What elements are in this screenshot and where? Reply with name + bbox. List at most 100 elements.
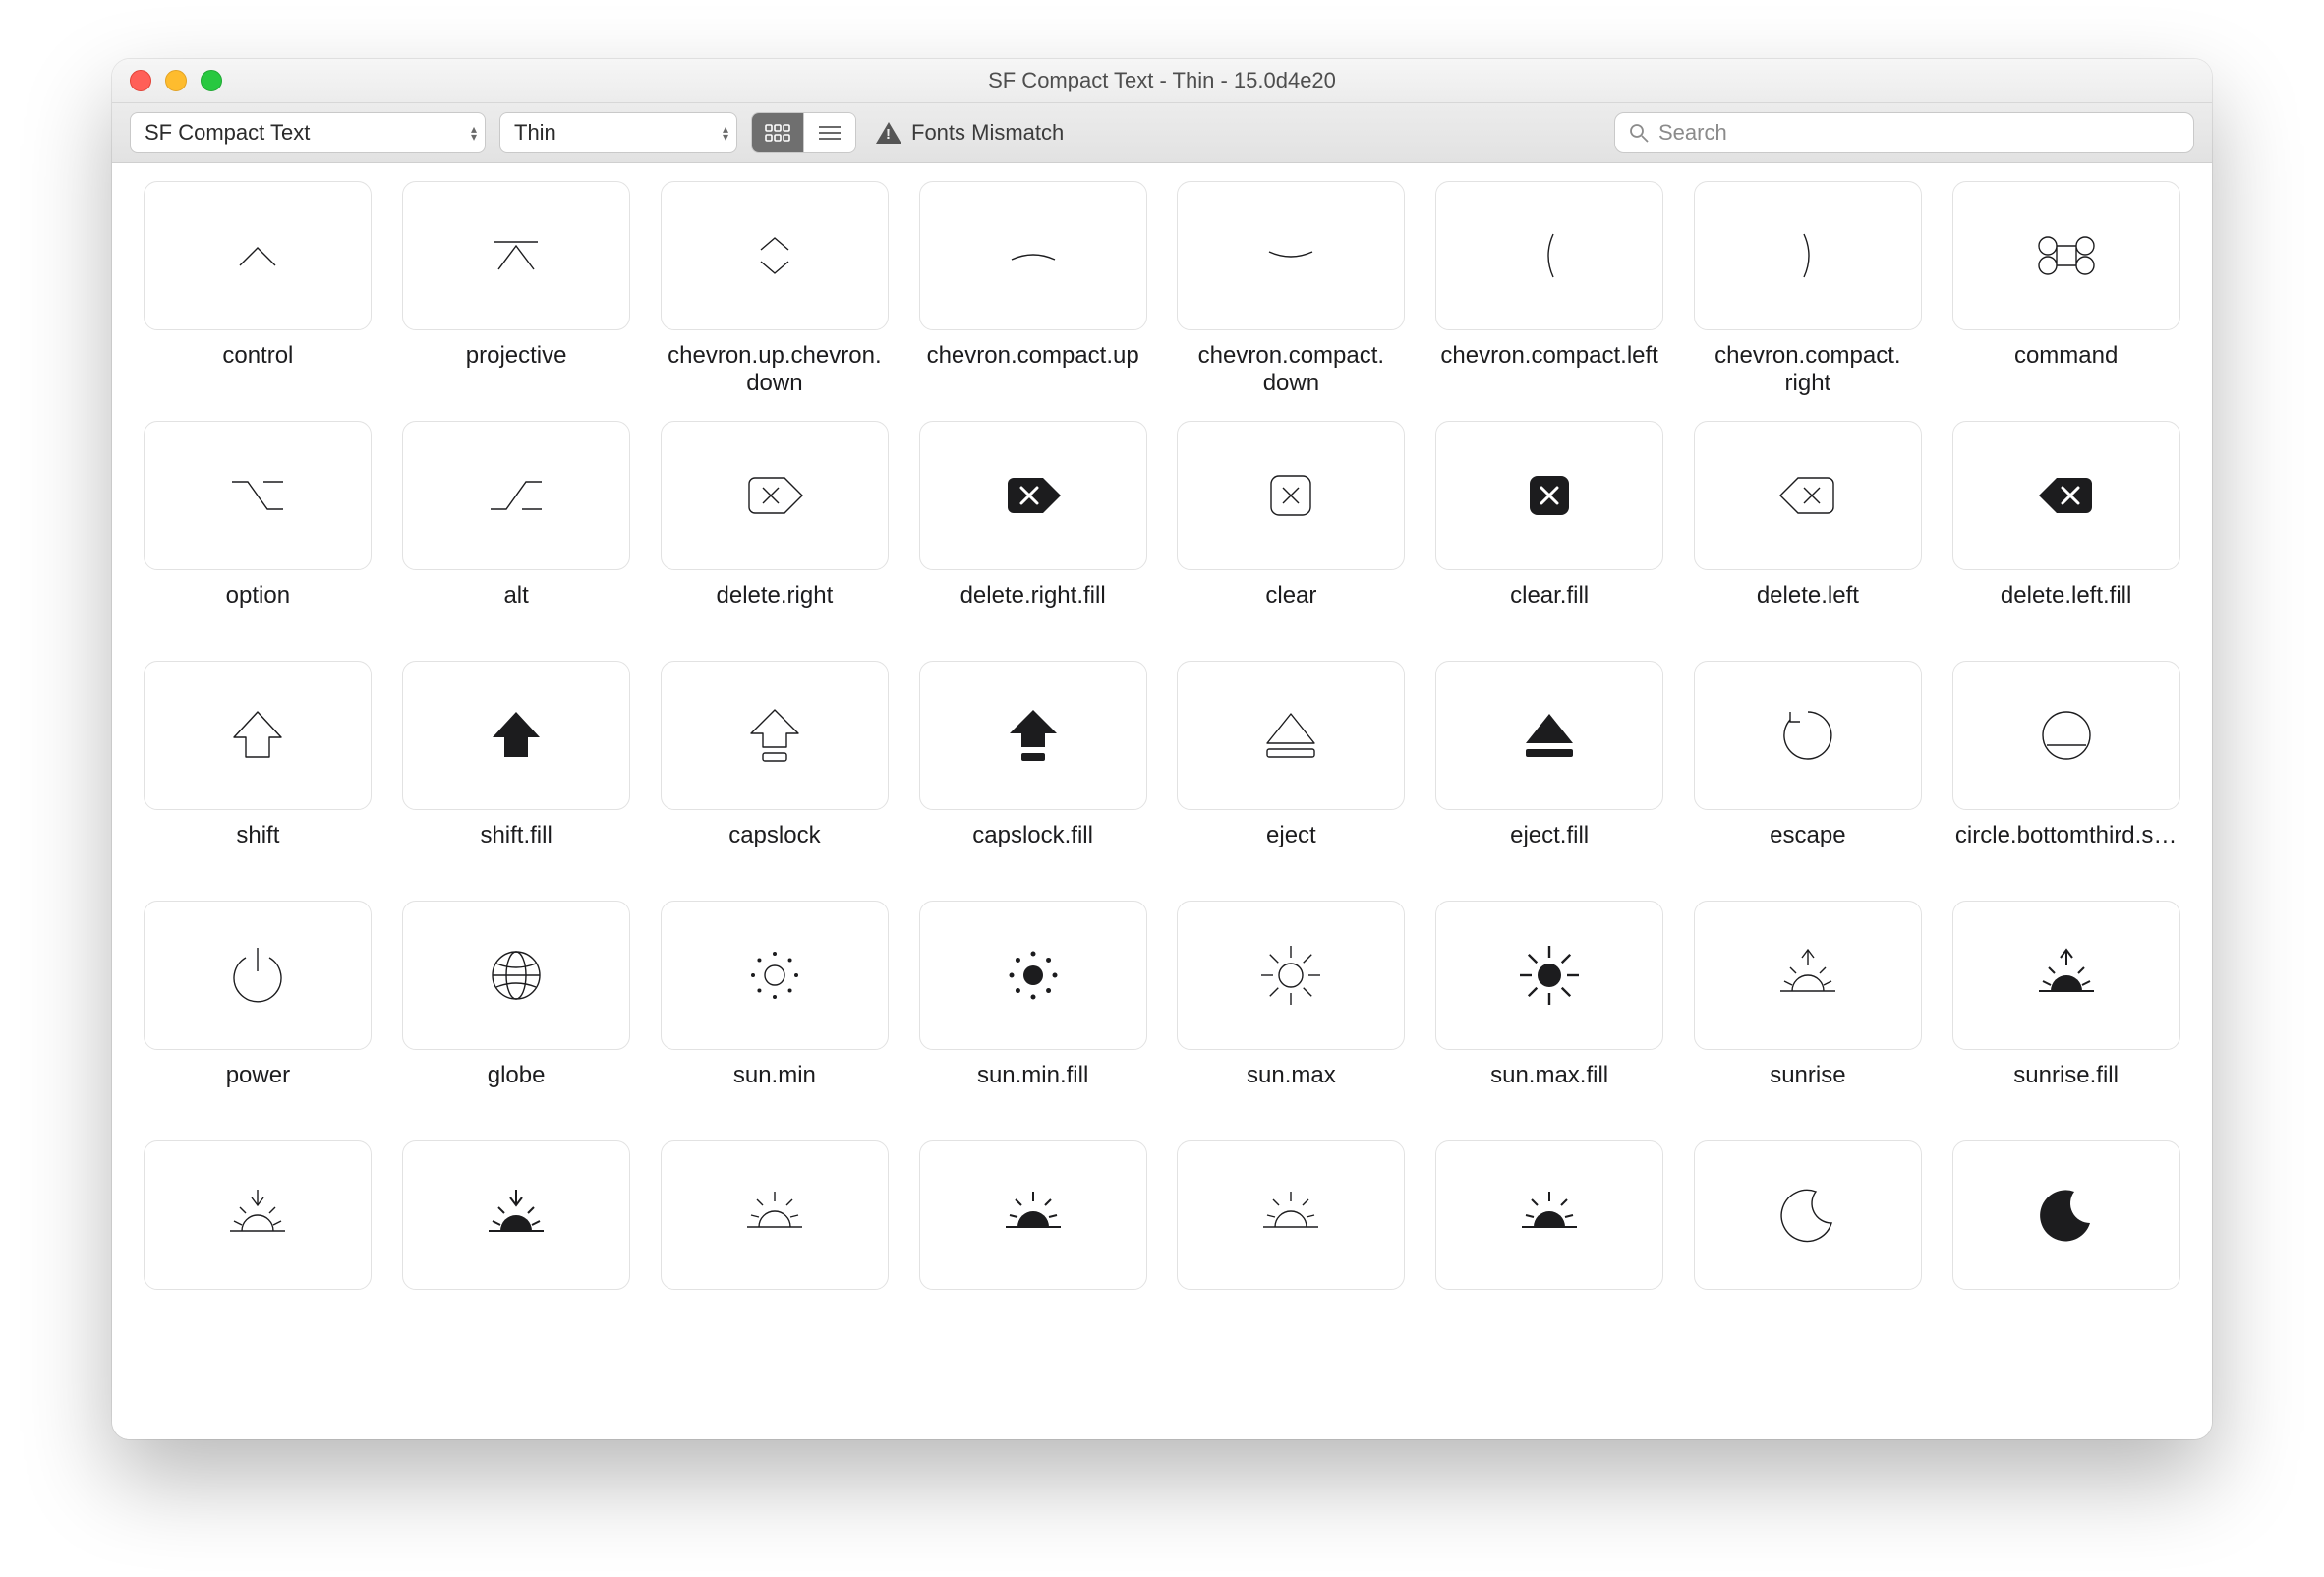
delete-left-icon bbox=[1694, 421, 1922, 570]
sunset-icon bbox=[144, 1140, 372, 1290]
symbol-label: delete.​right.​fill bbox=[960, 582, 1106, 637]
symbol-label: eject bbox=[1266, 822, 1316, 877]
symbol-label: chevron.​compact.​left bbox=[1440, 342, 1657, 397]
sun-max-icon bbox=[1177, 901, 1405, 1050]
symbol-cell[interactable] bbox=[398, 1140, 635, 1357]
command-icon bbox=[1952, 181, 2180, 330]
symbol-cell[interactable]: delete.​left.​fill bbox=[1947, 421, 2184, 637]
list-icon bbox=[818, 124, 842, 142]
symbol-cell[interactable]: clear bbox=[1173, 421, 1410, 637]
symbol-label: capslock bbox=[728, 822, 820, 877]
symbol-cell[interactable]: sun.​max bbox=[1173, 901, 1410, 1117]
symbol-cell[interactable]: clear.​fill bbox=[1431, 421, 1668, 637]
alt-icon bbox=[402, 421, 630, 570]
symbol-cell[interactable]: capslock.​fill bbox=[914, 661, 1151, 877]
symbol-cell[interactable]: eject.​fill bbox=[1431, 661, 1668, 877]
symbol-cell[interactable]: delete.​right bbox=[657, 421, 894, 637]
symbol-cell[interactable]: circle.​bottomthird.​s… bbox=[1947, 661, 2184, 877]
shift-fill-icon bbox=[402, 661, 630, 810]
symbol-cell[interactable] bbox=[657, 1140, 894, 1357]
symbol-cell[interactable]: chevron.​compact.​left bbox=[1431, 181, 1668, 397]
symbol-cell[interactable] bbox=[140, 1140, 377, 1357]
symbol-cell[interactable]: sun.​max.​fill bbox=[1431, 901, 1668, 1117]
symbol-label: sunrise.​fill bbox=[2013, 1062, 2119, 1117]
grid-icon bbox=[765, 124, 790, 142]
minimize-window-button[interactable] bbox=[165, 70, 187, 91]
circle-bottomthird-icon bbox=[1952, 661, 2180, 810]
font-family-popup[interactable]: SF Compact Text ▴▾ bbox=[130, 112, 486, 153]
symbol-label: sunrise bbox=[1770, 1062, 1845, 1117]
symbol-cell[interactable]: eject bbox=[1173, 661, 1410, 877]
symbol-cell[interactable]: sunrise.​fill bbox=[1947, 901, 2184, 1117]
delete-left-fill-icon bbox=[1952, 421, 2180, 570]
grid-view-button[interactable] bbox=[752, 113, 803, 152]
symbol-label: alt bbox=[503, 582, 528, 637]
symbol-label: chevron.​compact.​up bbox=[927, 342, 1139, 397]
delete-right-icon bbox=[661, 421, 889, 570]
moon-fill-icon bbox=[1952, 1140, 2180, 1290]
fonts-mismatch-warning[interactable]: Fonts Mismatch bbox=[876, 120, 1064, 146]
zoom-window-button[interactable] bbox=[201, 70, 222, 91]
symbol-cell[interactable]: projective bbox=[398, 181, 635, 397]
titlebar: SF Compact Text - Thin - 15.0d4e20 bbox=[112, 59, 2212, 103]
symbol-cell[interactable] bbox=[914, 1140, 1151, 1357]
font-weight-popup[interactable]: Thin ▴▾ bbox=[499, 112, 737, 153]
symbol-label: sun.​min.​fill bbox=[977, 1062, 1088, 1117]
capslock-fill-icon bbox=[919, 661, 1147, 810]
symbol-cell[interactable]: control bbox=[140, 181, 377, 397]
symbol-cell[interactable]: sunrise bbox=[1690, 901, 1927, 1117]
symbol-cell[interactable]: globe bbox=[398, 901, 635, 1117]
symbol-cell[interactable]: chevron.​compact.​right bbox=[1690, 181, 1927, 397]
symbol-label: power bbox=[226, 1062, 290, 1117]
close-window-button[interactable] bbox=[130, 70, 151, 91]
symbol-cell[interactable] bbox=[1173, 1140, 1410, 1357]
search-icon bbox=[1629, 123, 1649, 143]
symbol-cell[interactable]: chevron.​compact.​up bbox=[914, 181, 1151, 397]
symbol-cell[interactable]: capslock bbox=[657, 661, 894, 877]
moon-icon bbox=[1694, 1140, 1922, 1290]
list-view-button[interactable] bbox=[803, 113, 855, 152]
symbol-label: eject.​fill bbox=[1510, 822, 1589, 877]
symbol-cell[interactable]: power bbox=[140, 901, 377, 1117]
eject-icon bbox=[1177, 661, 1405, 810]
symbol-grid: controlprojective chevron.​up.​chevron.​d… bbox=[112, 163, 2212, 1439]
symbol-label: chevron.​up.​chevron.​down bbox=[662, 342, 888, 397]
chevron-compact-down-icon bbox=[1177, 181, 1405, 330]
window-controls bbox=[130, 70, 222, 91]
symbol-label: capslock.​fill bbox=[972, 822, 1093, 877]
symbol-cell[interactable]: escape bbox=[1690, 661, 1927, 877]
sunrise-icon bbox=[1694, 901, 1922, 1050]
shift-icon bbox=[144, 661, 372, 810]
sun-horizon-icon bbox=[1177, 1140, 1405, 1290]
symbol-cell[interactable]: chevron.​compact.​down bbox=[1173, 181, 1410, 397]
globe-icon bbox=[402, 901, 630, 1050]
projective-icon bbox=[402, 181, 630, 330]
symbol-cell[interactable]: delete.​right.​fill bbox=[914, 421, 1151, 637]
symbol-cell[interactable]: chevron.​up.​chevron.​down bbox=[657, 181, 894, 397]
symbol-label: command bbox=[2014, 342, 2118, 397]
symbol-cell[interactable] bbox=[1431, 1140, 1668, 1357]
delete-right-fill-icon bbox=[919, 421, 1147, 570]
symbol-label: shift bbox=[236, 822, 279, 877]
option-icon bbox=[144, 421, 372, 570]
symbol-cell[interactable]: command bbox=[1947, 181, 2184, 397]
symbol-cell[interactable]: shift.​fill bbox=[398, 661, 635, 877]
symbol-cell[interactable]: shift bbox=[140, 661, 377, 877]
symbol-label: chevron.​compact.​down bbox=[1178, 342, 1404, 397]
symbol-cell[interactable]: sun.​min bbox=[657, 901, 894, 1117]
eject-fill-icon bbox=[1435, 661, 1663, 810]
dropdown-arrows-icon: ▴▾ bbox=[723, 125, 728, 141]
symbol-label: delete.​right bbox=[717, 582, 834, 637]
symbol-cell[interactable] bbox=[1690, 1140, 1927, 1357]
sun-max-fill-icon bbox=[1435, 901, 1663, 1050]
symbol-cell[interactable]: alt bbox=[398, 421, 635, 637]
sun-horizon-fill-icon bbox=[919, 1140, 1147, 1290]
symbol-cell[interactable]: option bbox=[140, 421, 377, 637]
search-field[interactable]: Search bbox=[1614, 112, 2194, 153]
warning-text: Fonts Mismatch bbox=[911, 120, 1064, 146]
symbol-cell[interactable]: delete.​left bbox=[1690, 421, 1927, 637]
chevron-compact-right-icon bbox=[1694, 181, 1922, 330]
symbol-cell[interactable]: sun.​min.​fill bbox=[914, 901, 1151, 1117]
symbol-cell[interactable] bbox=[1947, 1140, 2184, 1357]
sun-horizon-fill-icon bbox=[1435, 1140, 1663, 1290]
